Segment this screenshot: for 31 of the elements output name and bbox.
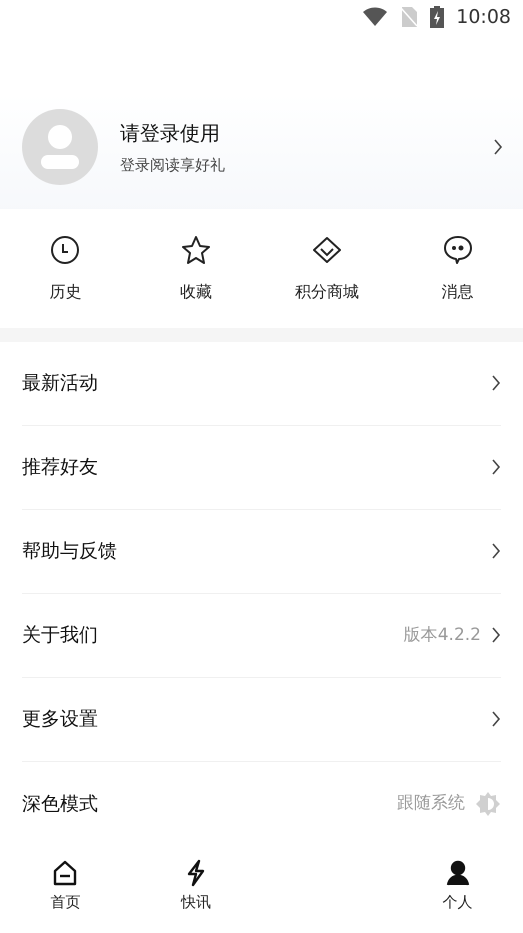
chevron-right-icon	[493, 138, 503, 156]
menu-item[interactable]: 深色模式 跟随系统	[22, 762, 501, 846]
chevron-right-icon	[491, 458, 501, 476]
shortcut-button[interactable]: 历史	[0, 234, 131, 304]
menu-item[interactable]: 更多设置	[22, 678, 501, 762]
chevron-right-icon	[491, 626, 501, 644]
menu-item-value: 版本4.2.2	[404, 624, 481, 647]
clock-icon	[49, 234, 82, 266]
status-time: 10:08	[456, 4, 511, 30]
menu-item[interactable]: 推荐好友	[22, 426, 501, 510]
brightness-icon	[475, 790, 501, 817]
shortcut-button[interactable]: 收藏	[130, 234, 262, 304]
battery-charging-icon	[430, 6, 444, 28]
chat-bubble-icon	[442, 234, 474, 266]
no-sim-icon	[400, 6, 418, 28]
nav-tab[interactable]: 个人	[392, 859, 523, 914]
shortcut-button[interactable]: 积分商城	[262, 234, 392, 304]
profile-title: 请登录使用	[120, 120, 221, 148]
wifi-icon	[362, 6, 388, 27]
chevron-right-icon	[491, 374, 501, 392]
menu-item-value: 跟随系统	[397, 792, 465, 816]
chevron-right-icon	[491, 710, 501, 728]
chevron-right-icon	[491, 542, 501, 560]
menu-item[interactable]: 帮助与反馈	[22, 510, 501, 594]
menu-item[interactable]: 关于我们 版本4.2.2	[22, 594, 501, 678]
menu-item[interactable]: 最新活动	[22, 342, 501, 426]
star-icon	[180, 234, 212, 266]
nav-tab[interactable]: 首页	[0, 859, 131, 914]
profile-subtitle: 登录阅读享好礼	[120, 155, 226, 176]
nav-tab[interactable]: 快讯	[130, 859, 262, 914]
shortcut-button[interactable]: 消息	[392, 234, 523, 304]
